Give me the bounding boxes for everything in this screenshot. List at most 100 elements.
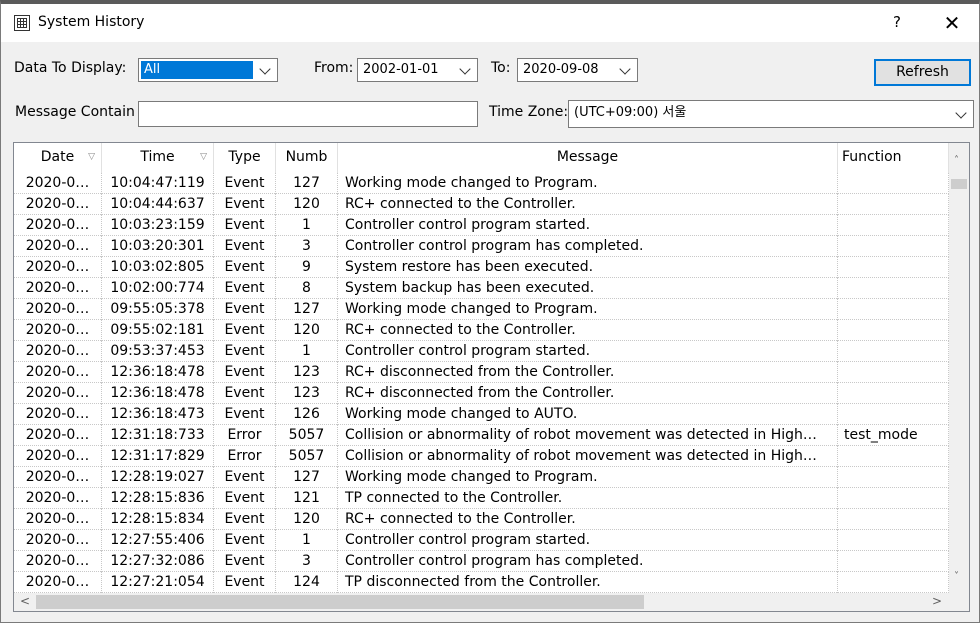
cell-time: 12:27:32:086	[102, 551, 214, 572]
cell-number: 120	[276, 509, 338, 530]
table-row[interactable]: 2020-0… 10:02:00:774 Event 8 System backup h…	[14, 278, 949, 299]
cell-number: 9	[276, 257, 338, 278]
chevron-down-icon[interactable]	[459, 63, 471, 75]
cell-time: 12:36:18:478	[102, 383, 214, 404]
cell-message: RC+ disconnected from the Controller.	[338, 362, 838, 383]
time-zone-label: Time Zone:	[489, 104, 569, 120]
table-row[interactable]: 2020-0… 10:03:02:805 Event 9 System restore …	[14, 257, 949, 278]
scroll-right-icon[interactable]: >	[932, 594, 942, 608]
close-button[interactable]: ✕	[939, 11, 965, 35]
cell-date: 2020-0…	[14, 194, 102, 215]
cell-date: 2020-0…	[14, 425, 102, 446]
from-date-value: 2002-01-01	[363, 62, 439, 77]
horizontal-scroll-thumb[interactable]	[36, 595, 644, 609]
grid-header: Date ▽ Time ▽ Type Numb Message Function	[14, 143, 949, 173]
cell-function	[838, 530, 949, 551]
cell-function	[838, 488, 949, 509]
cell-function	[838, 299, 949, 320]
cell-date: 2020-0…	[14, 236, 102, 257]
cell-message: TP disconnected from the Controller.	[338, 572, 838, 593]
cell-type: Event	[214, 488, 276, 509]
cell-type: Event	[214, 278, 276, 299]
cell-type: Event	[214, 215, 276, 236]
cell-number: 120	[276, 320, 338, 341]
table-row[interactable]: 2020-0… 12:31:17:829 Error 5057 Collision or…	[14, 446, 949, 467]
cell-number: 1	[276, 215, 338, 236]
cell-message: TP connected to the Controller.	[338, 488, 838, 509]
cell-function	[838, 509, 949, 530]
cell-number: 126	[276, 404, 338, 425]
scroll-left-icon[interactable]: <	[20, 594, 30, 608]
chevron-down-icon[interactable]	[619, 63, 631, 75]
table-row[interactable]: 2020-0… 10:04:44:637 Event 120 RC+ connected…	[14, 194, 949, 215]
cell-date: 2020-0…	[14, 362, 102, 383]
column-header-number[interactable]: Numb	[276, 143, 338, 173]
system-history-window: System History ? ✕ Data To Display: All …	[0, 0, 980, 623]
table-row[interactable]: 2020-0… 12:27:55:406 Event 1 Controller cont…	[14, 530, 949, 551]
cell-type: Event	[214, 341, 276, 362]
from-date-picker[interactable]: 2002-01-01	[357, 58, 478, 82]
table-row[interactable]: 2020-0… 12:31:18:733 Error 5057 Collision or…	[14, 425, 949, 446]
column-header-time[interactable]: Time ▽	[102, 143, 214, 173]
cell-date: 2020-0…	[14, 215, 102, 236]
column-header-type[interactable]: Type	[214, 143, 276, 173]
table-row[interactable]: 2020-0… 09:55:05:378 Event 127 Working mode …	[14, 299, 949, 320]
message-contain-input[interactable]	[138, 101, 478, 127]
cell-function	[838, 446, 949, 467]
cell-message: Working mode changed to Program.	[338, 173, 838, 194]
cell-message: System restore has been executed.	[338, 257, 838, 278]
table-row[interactable]: 2020-0… 12:36:18:478 Event 123 RC+ disconnec…	[14, 362, 949, 383]
cell-message: Controller control program started.	[338, 215, 838, 236]
column-header-message[interactable]: Message	[338, 143, 838, 173]
cell-function: test_mode	[838, 425, 949, 446]
vertical-scroll-thumb[interactable]	[951, 179, 967, 189]
history-grid[interactable]: Date ▽ Time ▽ Type Numb Message Function…	[13, 142, 970, 612]
cell-date: 2020-0…	[14, 467, 102, 488]
cell-number: 3	[276, 551, 338, 572]
time-zone-select[interactable]: (UTC+09:00) 서울	[568, 100, 974, 128]
chevron-down-icon	[259, 63, 271, 75]
table-row[interactable]: 2020-0… 12:28:19:027 Event 127 Working mode …	[14, 467, 949, 488]
table-row[interactable]: 2020-0… 12:36:18:478 Event 123 RC+ disconnec…	[14, 383, 949, 404]
grid-rows: 2020-0… 10:04:47:119 Event 127 Working mode …	[14, 173, 949, 593]
cell-time: 12:27:21:054	[102, 572, 214, 593]
cell-function	[838, 341, 949, 362]
cell-time: 12:28:15:834	[102, 509, 214, 530]
table-row[interactable]: 2020-0… 09:53:37:453 Event 1 Controller cont…	[14, 341, 949, 362]
title-bar[interactable]: System History ? ✕	[1, 4, 979, 42]
cell-number: 121	[276, 488, 338, 509]
cell-time: 12:31:17:829	[102, 446, 214, 467]
cell-type: Event	[214, 194, 276, 215]
table-row[interactable]: 2020-0… 09:55:02:181 Event 120 RC+ connected…	[14, 320, 949, 341]
horizontal-scrollbar[interactable]: < >	[14, 593, 949, 611]
sort-icon: ▽	[200, 152, 207, 162]
cell-number: 1	[276, 341, 338, 362]
table-row[interactable]: 2020-0… 12:28:15:836 Event 121 TP connected …	[14, 488, 949, 509]
column-header-function[interactable]: Function	[838, 143, 949, 173]
data-to-display-select[interactable]: All	[138, 58, 278, 82]
table-row[interactable]: 2020-0… 12:27:21:054 Event 124 TP disconnect…	[14, 572, 949, 593]
cell-type: Event	[214, 509, 276, 530]
table-row[interactable]: 2020-0… 12:36:18:473 Event 126 Working mode …	[14, 404, 949, 425]
cell-number: 124	[276, 572, 338, 593]
help-button[interactable]: ?	[887, 13, 907, 33]
table-row[interactable]: 2020-0… 12:28:15:834 Event 120 RC+ connected…	[14, 509, 949, 530]
cell-number: 127	[276, 173, 338, 194]
cell-number: 3	[276, 236, 338, 257]
cell-type: Event	[214, 551, 276, 572]
cell-type: Event	[214, 530, 276, 551]
scroll-up-icon[interactable]: ˄	[954, 155, 959, 166]
table-row[interactable]: 2020-0… 10:03:23:159 Event 1 Controller cont…	[14, 215, 949, 236]
table-row[interactable]: 2020-0… 10:04:47:119 Event 127 Working mode …	[14, 173, 949, 194]
to-date-picker[interactable]: 2020-09-08	[517, 58, 638, 82]
column-header-date[interactable]: Date ▽	[14, 143, 102, 173]
vertical-scrollbar[interactable]: ˄ ˅	[949, 143, 969, 593]
cell-type: Event	[214, 572, 276, 593]
refresh-button[interactable]: Refresh	[874, 59, 971, 86]
table-row[interactable]: 2020-0… 12:27:32:086 Event 3 Controller cont…	[14, 551, 949, 572]
cell-function	[838, 173, 949, 194]
table-row[interactable]: 2020-0… 10:03:20:301 Event 3 Controller cont…	[14, 236, 949, 257]
cell-time: 12:27:55:406	[102, 530, 214, 551]
scroll-down-icon[interactable]: ˅	[954, 571, 959, 582]
cell-time: 09:53:37:453	[102, 341, 214, 362]
